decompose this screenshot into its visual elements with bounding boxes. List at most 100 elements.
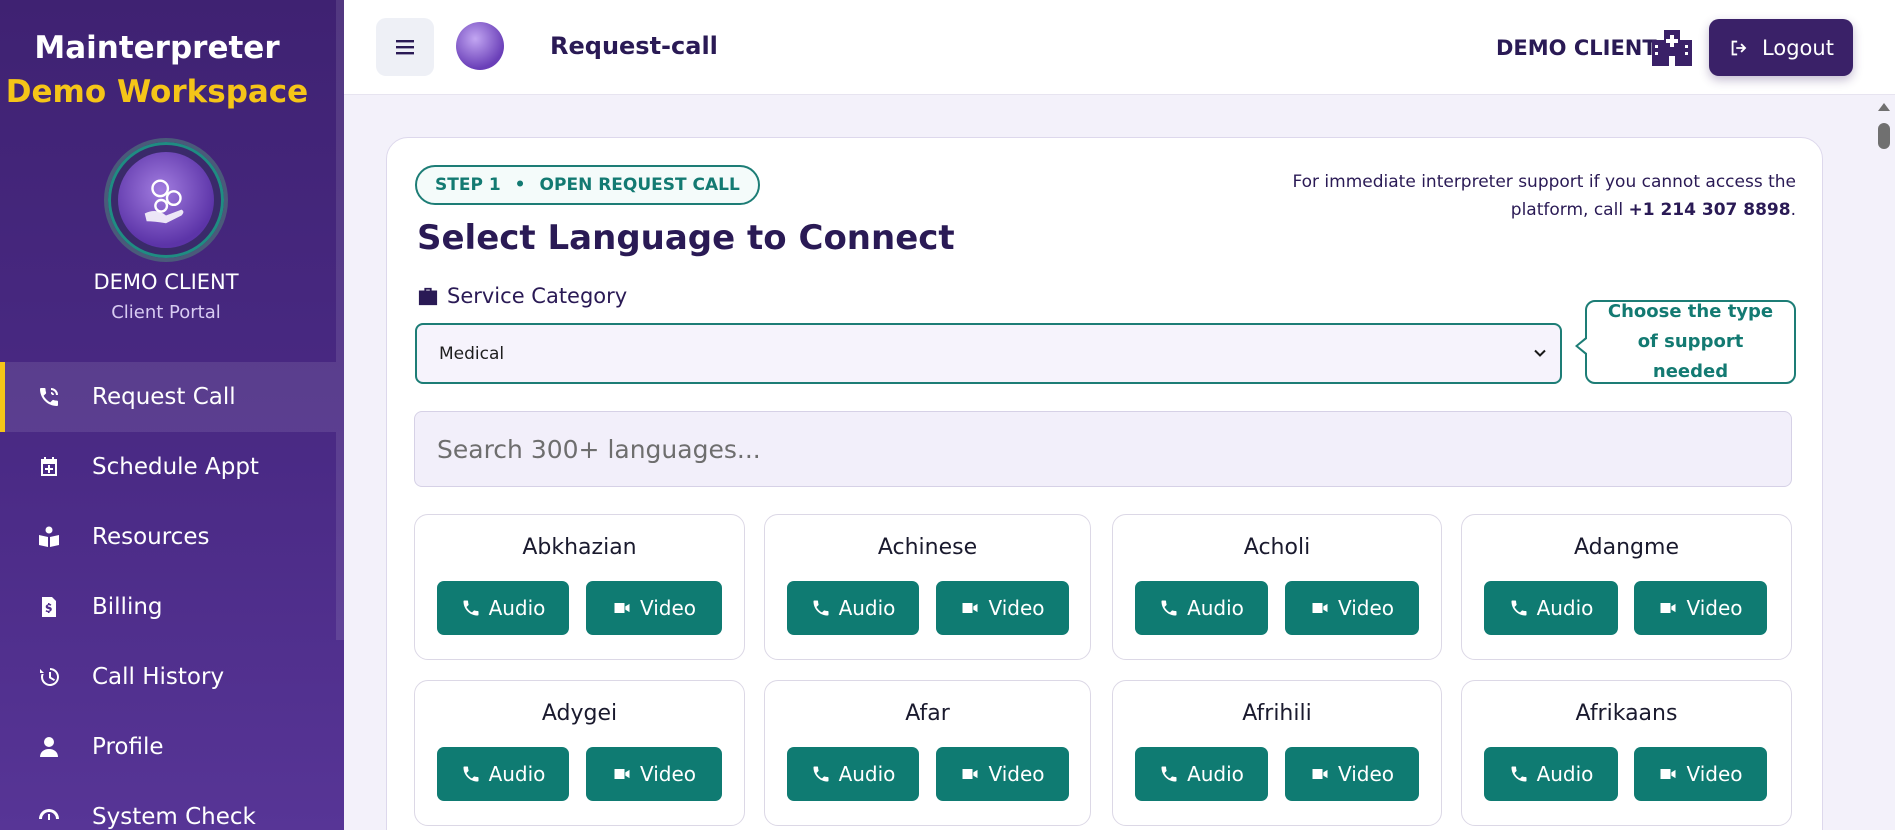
calendar-plus-icon [36,454,62,480]
video-label: Video [1686,596,1743,620]
video-label: Video [1686,762,1743,786]
language-card-afrihili: Afrihili Audio Video [1112,680,1442,826]
language-card-afrikaans: Afrikaans Audio Video [1461,680,1792,826]
audio-label: Audio [838,762,896,786]
audio-label: Audio [1536,762,1594,786]
phone-icon [813,766,829,782]
step-number: STEP 1 [435,175,501,195]
audio-label: Audio [488,762,546,786]
hamburger-icon [396,40,414,55]
abkhazian-video-button[interactable]: Video [586,581,722,635]
acholi-video-button[interactable]: Video [1285,581,1419,635]
service-category-tooltip: Choose the type of support needed [1575,300,1796,384]
achinese-video-button[interactable]: Video [936,581,1069,635]
sidebar-client-subtitle: Client Portal [111,302,221,323]
phone-icon [1511,766,1527,782]
language-search-input[interactable] [414,411,1792,487]
sidebar-item-label: Profile [92,734,164,760]
history-icon [36,664,62,690]
sidebar-item-system-check[interactable]: System Check [0,782,336,830]
sidebar-item-label: Schedule Appt [92,454,259,480]
video-camera-icon [1660,603,1676,613]
support-note: For immediate interpreter support if you… [1236,168,1796,224]
video-camera-icon [614,769,630,779]
language-card-afar: Afar Audio Video [764,680,1091,826]
sidebar-item-schedule-appt[interactable]: Schedule Appt [0,432,336,502]
logout-label: Logout [1762,35,1834,60]
afrihili-video-button[interactable]: Video [1285,747,1419,801]
adangme-audio-button[interactable]: Audio [1484,581,1618,635]
service-category-value: Medical [439,343,505,364]
user-icon [36,734,62,760]
page-title: Request-call [550,32,718,60]
video-label: Video [988,762,1045,786]
afrikaans-video-button[interactable]: Video [1634,747,1767,801]
video-camera-icon [614,603,630,613]
adygei-audio-button[interactable]: Audio [437,747,569,801]
video-camera-icon [1312,603,1328,613]
logout-button[interactable]: Logout [1709,19,1853,76]
service-category-select[interactable]: Medical [415,323,1562,384]
audio-label: Audio [1536,596,1594,620]
afar-video-button[interactable]: Video [936,747,1069,801]
support-text-suffix: . [1790,200,1796,220]
achinese-audio-button[interactable]: Audio [787,581,919,635]
invoice-dollar-icon [36,594,62,620]
adygei-video-button[interactable]: Video [586,747,722,801]
sidebar-item-resources[interactable]: Resources [0,502,336,572]
video-label: Video [639,762,697,786]
phone-call-icon [36,384,62,410]
step-badge: STEP 1 • OPEN REQUEST CALL [415,165,760,205]
video-camera-icon [1660,769,1676,779]
service-category-label: Service Category [417,284,627,308]
audio-label: Audio [1187,596,1244,620]
video-camera-icon [1312,769,1328,779]
sidebar-item-profile[interactable]: Profile [0,712,336,782]
video-label: Video [988,596,1045,620]
sidebar-item-billing[interactable]: Billing [0,572,336,642]
afar-audio-button[interactable]: Audio [787,747,919,801]
video-label: Video [639,596,697,620]
sidebar-item-label: Request Call [92,384,236,410]
sidebar-item-label: Call History [92,664,225,690]
audio-label: Audio [838,596,896,620]
step-label: OPEN REQUEST CALL [539,175,740,195]
video-camera-icon [962,603,978,613]
afrihili-audio-button[interactable]: Audio [1135,747,1268,801]
language-card-abkhazian: Abkhazian Audio Video [414,514,745,660]
audio-label: Audio [488,596,546,620]
sign-out-icon [1731,40,1747,55]
language-card-adygei: Adygei Audio Video [414,680,745,826]
language-name: Adangme [1574,535,1679,560]
service-category-label-text: Service Category [447,284,628,308]
phone-icon [813,600,829,616]
audio-label: Audio [1187,762,1244,786]
adangme-video-button[interactable]: Video [1634,581,1767,635]
sidebar-item-request-call[interactable]: Request Call [0,362,336,432]
workspace-name: Demo Workspace [5,74,309,110]
support-phone: +1 214 307 8898 [1628,200,1791,220]
afrikaans-audio-button[interactable]: Audio [1484,747,1618,801]
phone-icon [1161,600,1177,616]
language-name: Abkhazian [522,535,637,560]
briefcase-icon [418,287,438,306]
sidebar-item-call-history[interactable]: Call History [0,642,336,712]
acholi-audio-button[interactable]: Audio [1135,581,1268,635]
sidebar-item-label: Billing [92,594,163,620]
sidebar-nav: Request Call Schedule Appt Resources Bil… [0,362,336,830]
menu-toggle-button[interactable] [376,18,434,76]
hospital-building-icon [1652,30,1692,66]
page-scrollbar[interactable] [1873,95,1895,830]
sidebar-item-label: Resources [92,524,210,550]
chevron-down-icon [1534,349,1546,357]
language-card-adangme: Adangme Audio Video [1461,514,1792,660]
language-name: Afrikaans [1575,701,1678,726]
scroll-up-arrow-icon[interactable] [1878,103,1890,111]
language-name: Afar [905,701,950,726]
sidebar: Mainterpreter Demo Workspace DEMO CLIENT… [0,0,344,830]
scrollbar-thumb[interactable] [1878,123,1890,149]
phone-icon [463,600,479,616]
abkhazian-audio-button[interactable]: Audio [437,581,569,635]
app-logo-icon [456,22,504,70]
sidebar-scrollbar[interactable] [336,0,344,640]
